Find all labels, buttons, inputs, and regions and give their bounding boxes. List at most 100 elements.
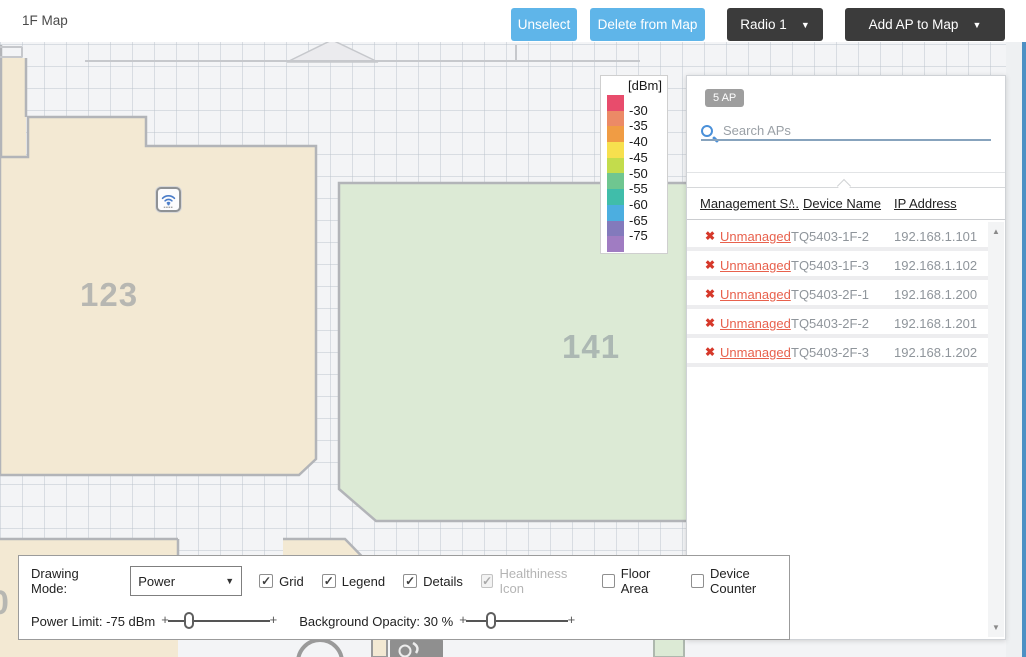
checkbox-label-legend: Legend [342, 574, 385, 589]
checkbox-grid[interactable]: ✓Grid [259, 574, 304, 589]
ap-table-row[interactable]: ✖UnmanagedTQ5403-1F-3192.168.1.102 [687, 251, 988, 280]
legend-swatch [607, 111, 624, 127]
ip-address-cell: 192.168.1.200 [894, 287, 977, 302]
device-name-cell: TQ5403-1F-3 [791, 258, 869, 273]
unselect-label: Unselect [518, 17, 571, 32]
add-ap-to-map-button[interactable]: Add AP to Map ▼ [845, 8, 1005, 41]
legend-swatch [607, 236, 624, 252]
room-number-123: 123 [80, 276, 138, 314]
unmanaged-status-link[interactable]: Unmanaged [720, 316, 791, 331]
column-header-device-name[interactable]: Device Name [803, 196, 881, 211]
unmanaged-x-icon: ✖ [705, 229, 715, 243]
ap-table-row[interactable]: ✖UnmanagedTQ5403-2F-2192.168.1.201 [687, 309, 988, 338]
checkbox-legend[interactable]: ✓ Legend [322, 574, 385, 589]
ap-list-scrollbar[interactable]: ▲ ▼ [988, 222, 1004, 637]
scroll-up-icon[interactable]: ▲ [988, 227, 1004, 236]
power-limit-slider[interactable]: ++ [163, 610, 275, 632]
background-opacity-slider[interactable]: ++ [461, 610, 573, 632]
legend-label: -75 [629, 228, 648, 244]
delete-label: Delete from Map [598, 17, 698, 32]
unmanaged-status-link[interactable]: Unmanaged [720, 287, 791, 302]
unmanaged-status-link[interactable]: Unmanaged [720, 345, 791, 360]
map-title: 1F Map [22, 13, 68, 28]
slider-track[interactable] [466, 620, 568, 622]
legend-swatch [607, 126, 624, 142]
radio-dropdown-button[interactable]: Radio 1 ▼ [727, 8, 823, 41]
device-name-cell: TQ5403-1F-2 [791, 229, 869, 244]
legend-swatches [607, 95, 624, 252]
column-header-management-state[interactable]: Management S... [700, 196, 799, 211]
legend-swatch [607, 142, 624, 158]
unselect-button[interactable]: Unselect [511, 8, 577, 41]
checkbox-device-counter[interactable]: Device Counter [691, 566, 789, 596]
drawing-mode-select[interactable]: Power ▼ [130, 566, 242, 596]
legend-swatch [607, 205, 624, 221]
ip-address-cell: 192.168.1.202 [894, 345, 977, 360]
map-green-piece [654, 639, 684, 657]
checkbox-box-details[interactable]: ✓ [403, 574, 417, 588]
delete-from-map-button[interactable]: Delete from Map [590, 8, 705, 41]
dbm-legend: [dBm] -30-35-40-45-50-55-60-65-75 [600, 75, 668, 254]
ip-address-cell: 192.168.1.201 [894, 316, 977, 331]
checkbox-box-legend[interactable]: ✓ [322, 574, 336, 588]
unmanaged-x-icon: ✖ [705, 345, 715, 359]
top-toolbar: 1F Map Unselect Delete from Map Radio 1 … [0, 0, 1026, 42]
window-edge-line [1022, 0, 1026, 657]
bottom-map-icons [298, 637, 684, 657]
checkbox-healthiness-icon: ✓ Healthiness Icon [481, 566, 584, 596]
map-controls-panel: Drawing Mode: Power ▼ ✓Grid✓Legend✓Detai… [18, 555, 790, 640]
slider-thumb[interactable] [184, 612, 194, 629]
floor-map-app: 123 141 0 [dBm] -30-35-40-45-50-55-60-65… [0, 0, 1026, 657]
drawing-mode-label: Drawing Mode: [31, 566, 113, 596]
unmanaged-x-icon: ✖ [705, 258, 715, 272]
checkbox-box-grid[interactable]: ✓ [259, 574, 273, 588]
legend-swatch [607, 173, 624, 189]
checkbox-floor-area[interactable]: Floor Area [602, 566, 673, 596]
power-limit-label: Power Limit: -75 dBm [31, 614, 155, 629]
checkbox-box-healthiness-icon: ✓ [481, 574, 494, 588]
add-ap-label: Add AP to Map [869, 17, 959, 32]
checkbox-box-device-counter[interactable] [691, 574, 704, 588]
slider-thumb[interactable] [486, 612, 496, 629]
unmanaged-x-icon: ✖ [705, 287, 715, 301]
radio-label: Radio 1 [740, 17, 787, 32]
device-name-cell: TQ5403-2F-2 [791, 316, 869, 331]
sort-asc-icon[interactable]: ∧ [788, 197, 795, 208]
right-gutter [1006, 42, 1022, 657]
checkbox-label-device-counter: Device Counter [710, 566, 789, 596]
legend-label: -30 [629, 103, 648, 119]
checkbox-label-healthiness-icon: Healthiness Icon [499, 566, 584, 596]
checkbox-box-floor-area[interactable] [602, 574, 615, 588]
map-circle-icon [298, 640, 342, 657]
select-caret-icon: ▼ [225, 576, 234, 586]
notch-pointer [837, 179, 851, 193]
room-number-141: 141 [562, 328, 620, 366]
ip-address-cell: 192.168.1.101 [894, 229, 977, 244]
search-icon [701, 125, 713, 137]
checkbox-label-details: Details [423, 574, 463, 589]
room-number-partial: 0 [0, 584, 10, 623]
scroll-down-icon[interactable]: ▼ [988, 623, 1004, 632]
legend-label: -35 [629, 118, 648, 134]
checkbox-row: ✓Grid✓Legend✓Details✓Healthiness IconFlo… [259, 566, 789, 596]
ap-count-badge: 5 AP [705, 89, 744, 107]
unmanaged-status-link[interactable]: Unmanaged [720, 229, 791, 244]
legend-title: [dBm] [601, 76, 667, 93]
legend-label: -40 [629, 134, 648, 150]
legend-swatch [607, 158, 624, 174]
device-name-cell: TQ5403-2F-3 [791, 345, 869, 360]
legend-label: -60 [629, 197, 648, 213]
ap-table-row[interactable]: ✖UnmanagedTQ5403-2F-1192.168.1.200 [687, 280, 988, 309]
unmanaged-status-link[interactable]: Unmanaged [720, 258, 791, 273]
header-border [687, 219, 1005, 220]
column-header-ip-address[interactable]: IP Address [894, 196, 957, 211]
search-aps-input[interactable] [721, 122, 971, 139]
ap-device-icon[interactable] [156, 187, 181, 212]
caret-down-icon: ▼ [972, 20, 981, 30]
ap-table-row[interactable]: ✖ UnmanagedTQ5403-2F-3 192.168.1.202 [687, 338, 988, 367]
ap-table-row[interactable]: ✖ UnmanagedTQ5403-1F-2 192.168.1.101 [687, 222, 988, 251]
background-opacity-label: Background Opacity: 30 % [299, 614, 453, 629]
checkbox-details[interactable]: ✓ Details [403, 574, 463, 589]
legend-swatch [607, 95, 624, 111]
slider-tick-right-icon: + [270, 612, 278, 627]
